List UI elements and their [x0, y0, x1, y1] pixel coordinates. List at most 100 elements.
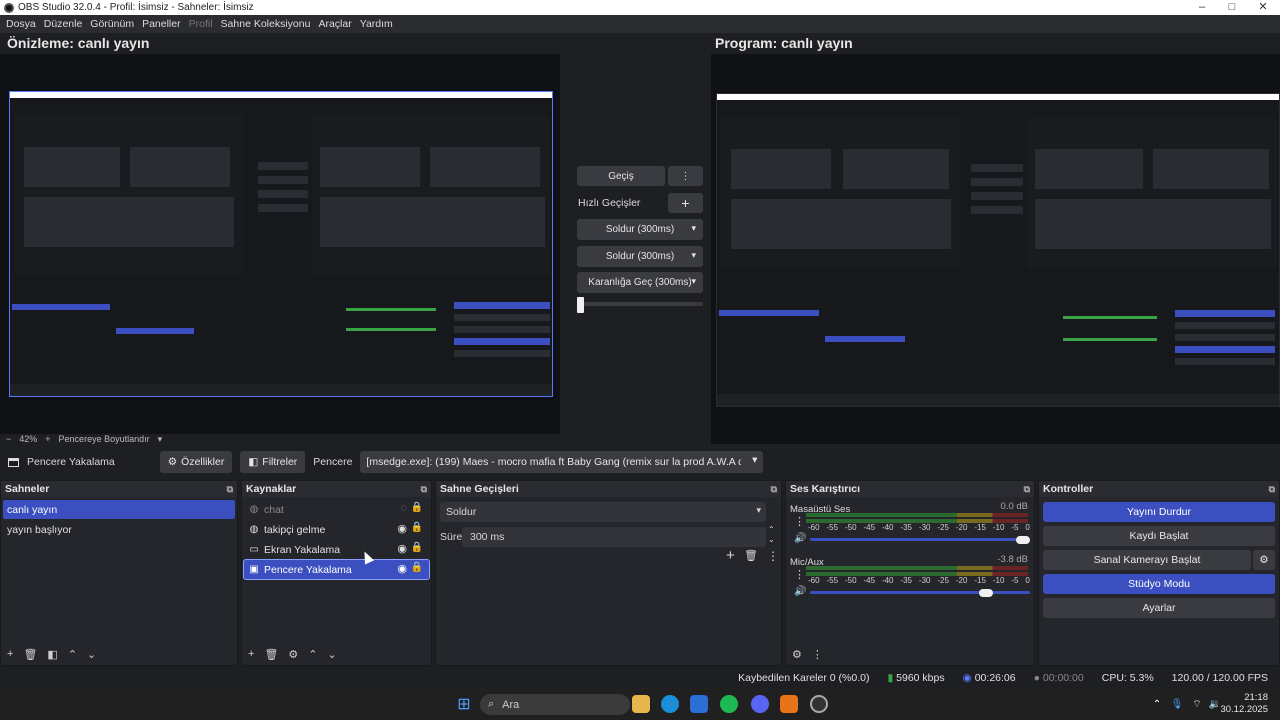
scene-item-canli-yayin[interactable]: canlı yayın [3, 500, 235, 519]
move-down-icon[interactable]: ⌄ [328, 648, 337, 661]
start-recording-button[interactable]: Kaydı Başlat [1043, 526, 1275, 546]
volume-slider-knob[interactable] [1016, 536, 1030, 544]
gear-icon[interactable]: ⚙ [288, 648, 298, 661]
transition-more-icon[interactable]: ⋮ [668, 166, 703, 186]
filters-button[interactable]: ◧ Filtreler [240, 451, 306, 473]
source-item-takipci-gelme[interactable]: ◍ takipçi gelme ◉ 🔒 [244, 520, 429, 539]
preview-capture-thumbnail[interactable] [9, 91, 553, 397]
undock-icon[interactable]: ⧉ [1024, 484, 1030, 495]
meter-tick-label: -20 [955, 576, 968, 585]
eye-icon[interactable]: ◉ [397, 522, 407, 535]
eye-hidden-icon[interactable]: ◌ [400, 502, 407, 514]
channel-menu-icon[interactable]: ⋮ [794, 568, 805, 581]
source-item-pencere-yakalama[interactable]: ▣ Pencere Yakalama ◉ 🔒 [243, 559, 430, 580]
quick-transition-3[interactable]: Karanlığa Geç (300ms) ▾ [577, 272, 703, 293]
undock-icon[interactable]: ⧉ [771, 484, 777, 495]
spin-up-icon[interactable]: ⌃ [768, 525, 775, 534]
volume-slider-knob[interactable] [978, 589, 993, 597]
close-button[interactable]: ✕ [1248, 0, 1278, 15]
lock-icon[interactable]: 🔒 [411, 562, 423, 573]
add-quick-transition-button[interactable]: + [668, 193, 703, 213]
zoom-value: 42% [19, 434, 38, 444]
transition-type-select[interactable]: Soldur ▾ [440, 502, 766, 522]
settings-button[interactable]: Ayarlar [1043, 598, 1275, 618]
trash-icon[interactable]: 🗑 [264, 648, 278, 661]
preview-canvas[interactable] [0, 54, 560, 434]
menu-docks[interactable]: Paneller [138, 18, 185, 30]
eye-icon[interactable]: ◉ [397, 542, 407, 555]
add-icon[interactable]: + [248, 648, 254, 660]
eye-icon[interactable]: ◉ [397, 562, 407, 575]
zoom-dropdown-icon[interactable]: ▾ [158, 434, 163, 445]
zoom-out-button[interactable]: − [6, 434, 11, 444]
speaker-icon[interactable]: 🔊 [794, 533, 806, 544]
file-explorer-icon[interactable] [632, 695, 650, 713]
chevron-up-icon[interactable]: ⌃ [1148, 695, 1166, 713]
move-up-icon[interactable]: ⌃ [68, 648, 77, 661]
undock-icon[interactable]: ⧉ [227, 484, 233, 495]
virtual-camera-settings-button[interactable]: ⚙ [1253, 550, 1275, 570]
undock-icon[interactable]: ⧉ [421, 484, 427, 495]
taskbar-clock[interactable]: 21:18 30.12.2025 [1220, 692, 1268, 716]
add-icon[interactable]: + [7, 648, 13, 660]
meter-tick-label: -30 [918, 576, 931, 585]
properties-button[interactable]: ⚙ Özellikler [159, 451, 233, 473]
quick-transition-2[interactable]: Soldur (300ms) ▾ [577, 246, 703, 267]
window-select[interactable]: [msedge.exe]: (199) Maes - mocro mafia f… [360, 451, 764, 473]
scene-transitions-title: Sahne Geçişleri [440, 483, 519, 495]
taskbar-search[interactable]: ⌕ Ara [480, 694, 630, 715]
transition-tbar-handle[interactable] [577, 297, 584, 313]
discord-icon[interactable] [751, 695, 769, 713]
wifi-icon[interactable]: ⌔ [1188, 695, 1206, 713]
studio-mode-button[interactable]: Stüdyo Modu [1043, 574, 1275, 594]
undock-icon[interactable]: ⧉ [1269, 484, 1275, 495]
lock-icon[interactable]: 🔒 [411, 522, 423, 533]
move-down-icon[interactable]: ⌄ [87, 648, 96, 661]
add-transition-icon[interactable]: + [726, 547, 735, 564]
volume-slider[interactable] [810, 591, 1030, 594]
trash-icon[interactable]: 🗑 [744, 549, 758, 562]
menu-help[interactable]: Yardım [356, 18, 397, 30]
source-item-chat[interactable]: ◍ chat ◌ 🔒 [244, 500, 429, 519]
quick-transition-1[interactable]: Soldur (300ms) ▾ [577, 219, 703, 240]
app-icon[interactable] [780, 695, 798, 713]
menu-view[interactable]: Görünüm [86, 18, 138, 30]
stream-time-status: ◉ 00:26:06 [963, 672, 1016, 684]
menu-edit[interactable]: Düzenle [40, 18, 87, 30]
transition-button[interactable]: Geçiş [577, 166, 665, 186]
fit-to-window-label[interactable]: Pencereye Boyutlandır [59, 434, 150, 444]
more-icon[interactable]: ⋮ [812, 648, 823, 661]
transition-tbar-track[interactable] [577, 302, 703, 306]
menu-scene-collection[interactable]: Sahne Koleksiyonu [217, 18, 315, 30]
store-icon[interactable] [690, 695, 708, 713]
lock-icon[interactable]: 🔒 [411, 542, 423, 553]
controls-dock: Kontroller ⧉ Yayını Durdur Kaydı Başlat S… [1038, 480, 1280, 666]
scene-filters-icon[interactable]: ◧ [47, 648, 57, 661]
volume-slider[interactable] [810, 538, 1030, 541]
scene-item-yayin-basliyor[interactable]: yayın başlıyor [3, 520, 235, 539]
more-icon[interactable]: ⋮ [767, 549, 779, 563]
menu-file[interactable]: Dosya [2, 18, 40, 30]
zoom-in-button[interactable]: + [45, 434, 50, 444]
spotify-icon[interactable] [720, 695, 738, 713]
stop-stream-button[interactable]: Yayını Durdur [1043, 502, 1275, 522]
windows-start-icon[interactable]: ⊞ [455, 695, 473, 713]
obs-taskbar-icon[interactable] [810, 695, 828, 713]
menu-profile[interactable]: Profil [185, 18, 217, 30]
microphone-icon[interactable]: 🎙 [1168, 695, 1186, 713]
speaker-icon[interactable]: 🔊 [794, 586, 806, 597]
channel-menu-icon[interactable]: ⋮ [794, 515, 805, 528]
meter-tick-label: -40 [881, 523, 894, 532]
maximize-button[interactable]: □ [1217, 0, 1247, 15]
source-item-ekran-yakalama[interactable]: ▭ Ekran Yakalama ◉ 🔒 [244, 540, 429, 559]
edge-icon[interactable] [661, 695, 679, 713]
move-up-icon[interactable]: ⌃ [308, 648, 317, 661]
lock-icon[interactable]: 🔒 [411, 502, 423, 513]
spin-down-icon[interactable]: ⌄ [768, 535, 775, 544]
minimize-button[interactable]: – [1187, 0, 1217, 15]
start-virtual-camera-button[interactable]: Sanal Kamerayı Başlat [1043, 550, 1251, 570]
trash-icon[interactable]: 🗑 [23, 648, 37, 661]
advanced-audio-icon[interactable]: ⚙ [792, 648, 802, 661]
menu-tools[interactable]: Araçlar [314, 18, 355, 30]
duration-spinbox[interactable]: 300 ms [462, 527, 766, 547]
